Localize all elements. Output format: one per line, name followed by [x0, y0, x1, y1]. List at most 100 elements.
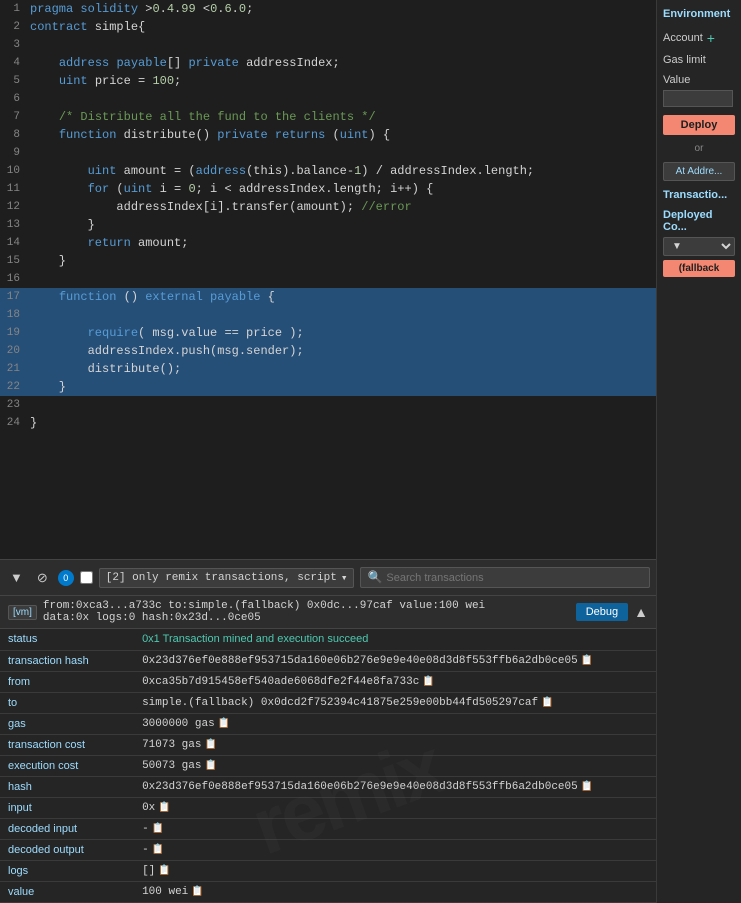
tx-field-key: decoded output	[0, 840, 134, 861]
table-row: decoded input- 📋	[0, 819, 656, 840]
line-content: addressIndex.push(msg.sender);	[30, 342, 304, 360]
line-number: 9	[0, 144, 30, 162]
copy-icon[interactable]: 📋	[541, 697, 553, 709]
table-row: decoded output- 📋	[0, 840, 656, 861]
line-content: function distribute() private returns (u…	[30, 126, 390, 144]
copy-icon[interactable]: 📋	[218, 718, 230, 730]
line-content: function () external payable {	[30, 288, 275, 306]
gas-limit-section: Gas limit	[663, 54, 735, 66]
tx-field-key: from	[0, 672, 134, 693]
line-number: 1	[0, 0, 30, 18]
code-line: 17 function () external payable {	[0, 288, 656, 306]
code-line: 10 uint amount = (address(this).balance-…	[0, 162, 656, 180]
line-content: address payable[] private addressIndex;	[30, 54, 340, 72]
table-row: from0xca35b7d915458ef540ade6068dfe2f44e8…	[0, 672, 656, 693]
copy-icon[interactable]: 📋	[158, 802, 170, 814]
collapse-button[interactable]: ▲	[634, 604, 648, 620]
search-icon: 🔍	[367, 570, 382, 585]
at-address-button[interactable]: At Addre...	[663, 162, 735, 181]
tx-field-value: - 📋	[134, 819, 656, 840]
tx-panel: [vm] from:0xca3...a733c to:simple.(fallb…	[0, 595, 656, 903]
line-number: 3	[0, 36, 30, 54]
code-line: 15 }	[0, 252, 656, 270]
tx-table: status0x1 Transaction mined and executio…	[0, 629, 656, 903]
tx-field-value: - 📋	[134, 840, 656, 861]
expand-icon-btn[interactable]: ▼	[6, 568, 27, 587]
line-number: 21	[0, 360, 30, 378]
tx-field-value: 0xca35b7d915458ef540ade6068dfe2f44e8fa73…	[134, 672, 656, 693]
tx-checkbox[interactable]	[80, 571, 93, 584]
line-number: 20	[0, 342, 30, 360]
tx-badge: 0	[58, 570, 74, 586]
line-number: 24	[0, 414, 30, 432]
plus-icon[interactable]: +	[707, 30, 715, 46]
line-number: 16	[0, 270, 30, 288]
table-row: value100 wei 📋	[0, 882, 656, 903]
copy-icon[interactable]: 📋	[204, 760, 216, 772]
tx-field-key: status	[0, 629, 134, 651]
line-content	[30, 36, 37, 54]
line-content	[30, 306, 37, 324]
transaction-section: Transactio...	[663, 189, 735, 201]
tx-field-value: 0x 📋	[134, 798, 656, 819]
copy-icon[interactable]: 📋	[158, 865, 170, 877]
copy-icon[interactable]: 📋	[204, 739, 216, 751]
tx-field-key: gas	[0, 714, 134, 735]
code-line: 1pragma solidity >0.4.99 <0.6.0;	[0, 0, 656, 18]
code-line: 20 addressIndex.push(msg.sender);	[0, 342, 656, 360]
line-content: return amount;	[30, 234, 188, 252]
gas-limit-label: Gas limit	[663, 54, 735, 66]
transaction-label: Transactio...	[663, 189, 735, 201]
table-row: execution cost50073 gas 📋	[0, 756, 656, 777]
code-line: 12 addressIndex[i].transfer(amount); //e…	[0, 198, 656, 216]
tx-field-value: [] 📋	[134, 861, 656, 882]
line-number: 12	[0, 198, 30, 216]
code-editor: 1pragma solidity >0.4.99 <0.6.0;2contrac…	[0, 0, 656, 559]
tx-field-value: 100 wei 📋	[134, 882, 656, 903]
copy-icon[interactable]: 📋	[581, 781, 593, 793]
contract-dropdown[interactable]: ▼	[663, 237, 735, 256]
code-line: 8 function distribute() private returns …	[0, 126, 656, 144]
tx-dropdown[interactable]: [2] only remix transactions, script ▾	[99, 568, 355, 588]
fallback-button[interactable]: (fallback	[663, 260, 735, 277]
right-sidebar: Environment Account + Gas limit Value De…	[656, 0, 741, 903]
line-content: uint price = 100;	[30, 72, 181, 90]
copy-icon[interactable]: 📋	[581, 655, 593, 667]
value-input[interactable]	[663, 90, 733, 107]
vm-tag: [vm]	[8, 605, 37, 620]
line-content: distribute();	[30, 360, 181, 378]
table-row: status0x1 Transaction mined and executio…	[0, 629, 656, 651]
line-number: 19	[0, 324, 30, 342]
tx-dropdown-label: [2] only remix transactions, script	[106, 572, 337, 584]
line-number: 11	[0, 180, 30, 198]
debug-button[interactable]: Debug	[576, 603, 628, 621]
code-line: 4 address payable[] private addressIndex…	[0, 54, 656, 72]
value-section: Value	[663, 74, 735, 107]
line-number: 15	[0, 252, 30, 270]
copy-icon[interactable]: 📋	[422, 676, 434, 688]
tx-field-key: transaction cost	[0, 735, 134, 756]
line-content	[30, 270, 37, 288]
table-row: logs[] 📋	[0, 861, 656, 882]
line-number: 8	[0, 126, 30, 144]
line-content: }	[30, 414, 37, 432]
line-content	[30, 396, 37, 414]
copy-icon[interactable]: 📋	[152, 844, 164, 856]
line-content: addressIndex[i].transfer(amount); //erro…	[30, 198, 412, 216]
line-number: 23	[0, 396, 30, 414]
line-content: contract simple{	[30, 18, 145, 36]
code-line: 5 uint price = 100;	[0, 72, 656, 90]
search-input[interactable]	[386, 572, 643, 584]
line-number: 13	[0, 216, 30, 234]
copy-icon[interactable]: 📋	[191, 886, 203, 898]
code-line: 6	[0, 90, 656, 108]
stop-icon-btn[interactable]: ⊘	[33, 568, 52, 588]
line-number: 18	[0, 306, 30, 324]
tx-header-left: [vm] from:0xca3...a733c to:simple.(fallb…	[8, 600, 485, 624]
copy-icon[interactable]: 📋	[152, 823, 164, 835]
tx-summary-block: from:0xca3...a733c to:simple.(fallback) …	[43, 600, 485, 624]
deploy-button[interactable]: Deploy	[663, 115, 735, 135]
code-line: 19 require( msg.value == price );	[0, 324, 656, 342]
code-line: 9	[0, 144, 656, 162]
code-line: 3	[0, 36, 656, 54]
